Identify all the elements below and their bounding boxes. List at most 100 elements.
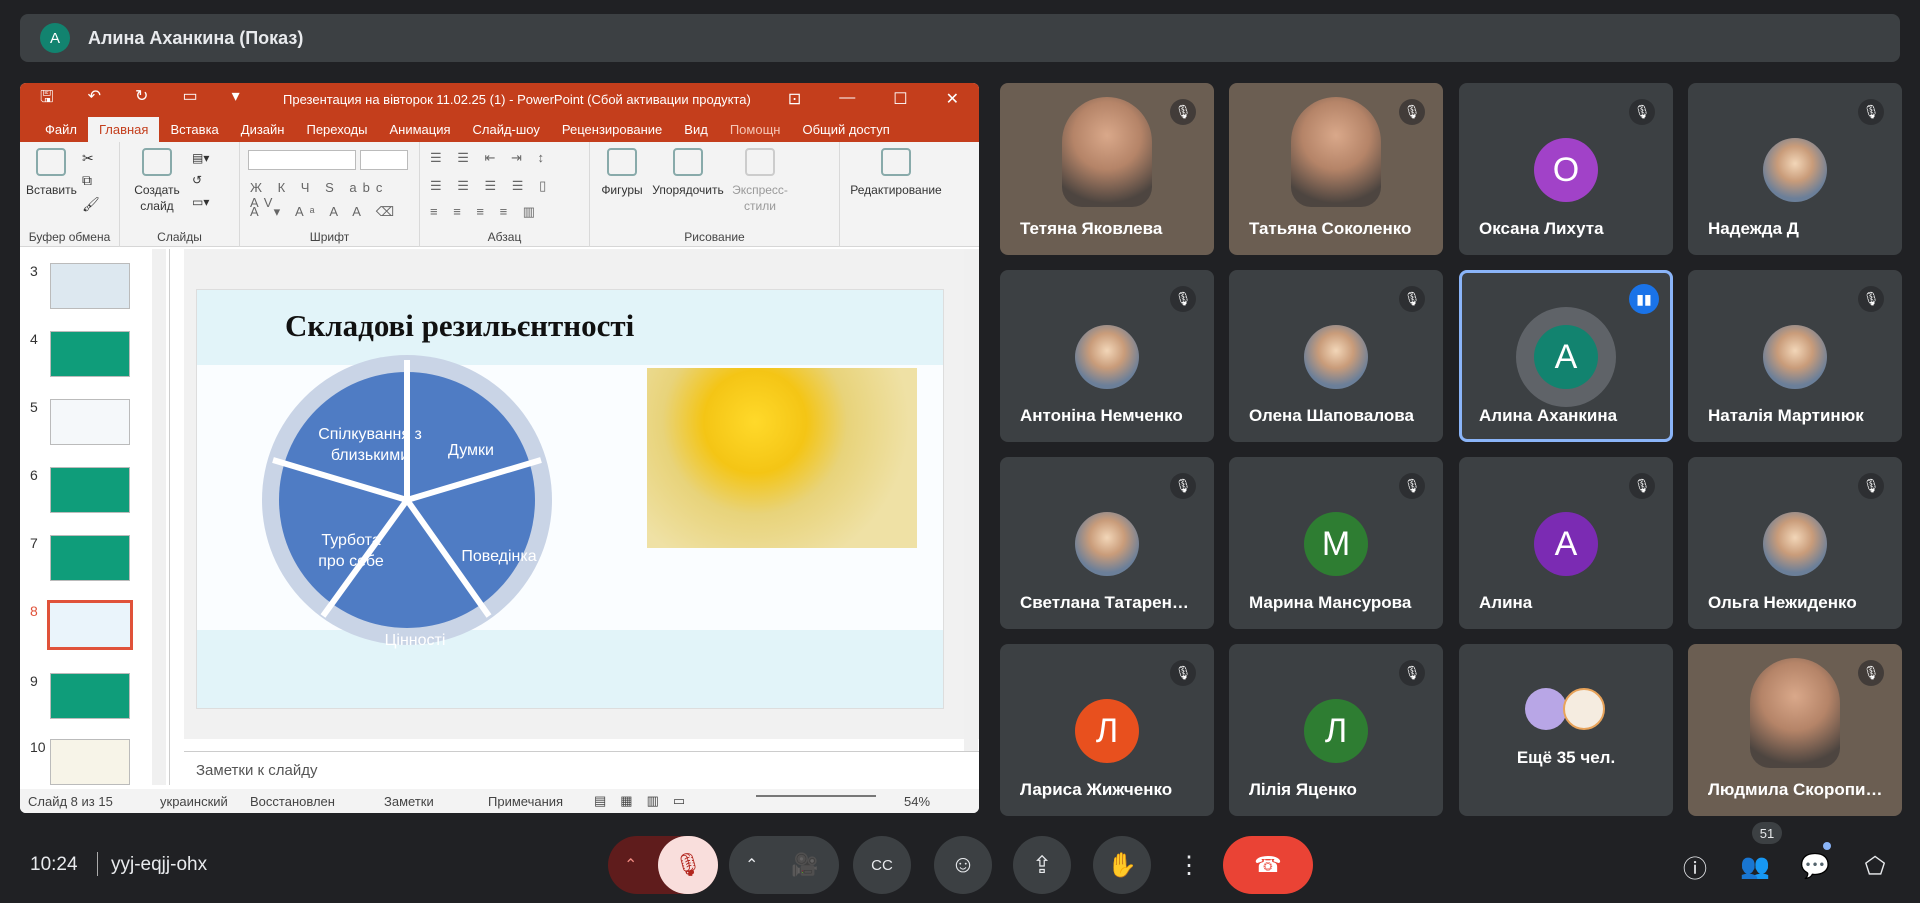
people-icon[interactable]: 👥 [1735,846,1775,886]
participant-tile[interactable]: Антоніна Немченко 🎙 [1000,270,1214,442]
participants-count-badge: 51 [1752,822,1782,844]
tab-slideshow[interactable]: Слайд-шоу [462,122,551,142]
shapes-icon [607,148,637,176]
mic-off-icon[interactable]: 🎙 [658,836,718,894]
participant-tile[interactable]: Ещё 35 чел. [1459,644,1673,816]
emoji-icon[interactable]: ☺ [934,836,992,894]
present-icon[interactable]: ⇪ [1013,836,1071,894]
leave-call-button[interactable]: ☎ [1223,836,1313,894]
reset-icon[interactable]: ↺ [192,172,202,188]
participant-name: Ещё 35 чел. [1516,748,1616,767]
new-slide-button[interactable]: Создать слайд [130,148,184,214]
view-buttons[interactable]: ▤▦▥▭ [594,793,699,809]
tab-insert[interactable]: Вставка [159,122,229,142]
tab-review[interactable]: Рецензирование [551,122,673,142]
tab-help[interactable]: Помощн [719,122,792,142]
tab-design[interactable]: Дизайн [230,122,296,142]
slide-scrollbar[interactable] [964,249,978,785]
maximize-icon[interactable]: ☐ [893,89,907,109]
group-label: Абзац [487,230,522,244]
participant-avatar: М [1304,512,1368,576]
close-icon[interactable]: ✕ [946,89,959,109]
mic-options-chevron-icon[interactable]: ⌃ [624,855,637,875]
participant-tile[interactable]: Ольга Нежиденко 🎙 [1688,457,1902,629]
participant-tile[interactable]: Татьяна Соколенко 🎙 [1229,83,1443,255]
participant-tile[interactable]: Надежда Д 🎙 [1688,83,1902,255]
font-color-buttons[interactable]: A ▾ Aᵃ A A ⌫ [250,204,400,220]
participant-tile[interactable]: Наталія Мартинюк 🎙 [1688,270,1902,442]
redo-icon[interactable]: ↻ [135,86,148,113]
participant-name: Лариса Жижченко [1020,780,1173,799]
copy-icon[interactable]: ⧉ [82,172,92,188]
slide: Складові резильєнтності Спілкування з бл… [196,289,944,709]
customize-icon[interactable]: ▾ [232,86,240,113]
participant-tile[interactable]: М Марина Мансурова 🎙 [1229,457,1443,629]
arrange-button[interactable]: Упорядочить [648,148,728,198]
participant-tile[interactable]: Олена Шаповалова 🎙 [1229,270,1443,442]
head-flowers-image [647,368,917,548]
participant-name: Людмила Скоропи… [1708,780,1883,799]
participant-name: Ольга Нежиденко [1708,593,1857,612]
paste-button[interactable]: Вставить [26,148,77,198]
font-size-input[interactable] [360,150,408,170]
slideshow-icon[interactable]: ▭ [182,86,197,113]
font-name-input[interactable] [248,150,356,170]
chat-icon[interactable]: 💬 [1795,846,1835,886]
participant-tile[interactable]: Светлана Татарен… 🎙 [1000,457,1214,629]
participant-name: Алина Аханкина [1479,406,1618,425]
tab-file[interactable]: Файл [34,122,88,142]
participant-tile[interactable]: А Алина 🎙 [1459,457,1673,629]
participant-tile[interactable]: Тетяна Яковлева 🎙 [1000,83,1214,255]
camera-options-chevron-icon[interactable]: ⌃ [745,855,758,875]
format-painter-icon[interactable]: 🖌 [82,196,100,212]
document-title: Презентация на вівторок 11.02.25 (1) - P… [283,92,751,107]
participant-tile[interactable]: Людмила Скоропи… 🎙 [1688,644,1902,816]
paste-icon [36,148,66,176]
arrange-icon [673,148,703,176]
editing-button[interactable]: Редактирование [846,148,946,198]
more-options-icon[interactable]: ⋮ [1168,836,1210,894]
info-icon[interactable]: ⓘ [1675,846,1715,886]
comments-button[interactable]: Примечания [488,794,563,809]
participant-video [1750,658,1840,768]
new-slide-icon [142,148,172,176]
participant-video [1291,97,1381,207]
participant-tile[interactable]: О Оксана Лихута 🎙 [1459,83,1673,255]
tab-animation[interactable]: Анимация [378,122,461,142]
participant-avatar: О [1534,138,1598,202]
tab-transitions[interactable]: Переходы [295,122,378,142]
ribbon-display-icon[interactable]: ⊡ [788,89,801,109]
list-buttons[interactable]: ☰ ☰ ⇤ ⇥ ↕ [430,150,550,166]
tab-home[interactable]: Главная [87,117,160,142]
window-controls: ⊡ — ☐ ✕ [788,89,959,109]
notes-button[interactable]: Заметки [384,794,434,809]
shapes-button[interactable]: Фигуры [592,148,652,198]
participant-tile[interactable]: Л Лілія Яценко 🎙 [1229,644,1443,816]
section-icon[interactable]: ▭▾ [192,194,209,210]
thumbnails-scrollbar[interactable] [152,249,166,785]
cut-icon[interactable]: ✂ [82,150,94,166]
indent-buttons[interactable]: ☰ ☰ ☰ ☰ ▯ [430,178,552,194]
zoom-level[interactable]: 54% [904,794,930,809]
layout-icon[interactable]: ▤▾ [192,150,209,166]
captions-icon[interactable]: CC [853,836,911,894]
participant-tile[interactable]: Л Лариса Жижченко 🎙 [1000,644,1214,816]
quick-styles-button[interactable]: Экспресс-стили [728,148,792,214]
language-status[interactable]: украинский [160,794,228,809]
camera-icon[interactable]: 🎥 [791,852,818,878]
activities-icon[interactable]: ⬠ [1855,846,1895,886]
quick-access-toolbar: 🖫 ↶ ↻ ▭ ▾ [40,86,240,113]
minimize-icon[interactable]: — [839,89,855,109]
raise-hand-icon[interactable]: ✋ [1093,836,1151,894]
notes-pane[interactable]: Заметки к слайду [184,751,979,785]
participant-photo [1304,325,1368,389]
share-button[interactable]: Общий доступ [791,122,900,142]
muted-mic-icon: 🎙 [1170,99,1196,125]
muted-mic-icon: 🎙 [1858,473,1884,499]
align-buttons[interactable]: ≡ ≡ ≡ ≡ ▥ [430,204,541,220]
undo-icon[interactable]: ↶ [88,86,101,113]
zoom-slider[interactable] [756,795,876,797]
tab-view[interactable]: Вид [673,122,719,142]
participant-tile[interactable]: А Алина Аханкина ▮▮ [1459,270,1673,442]
save-icon[interactable]: 🖫 [40,86,54,113]
